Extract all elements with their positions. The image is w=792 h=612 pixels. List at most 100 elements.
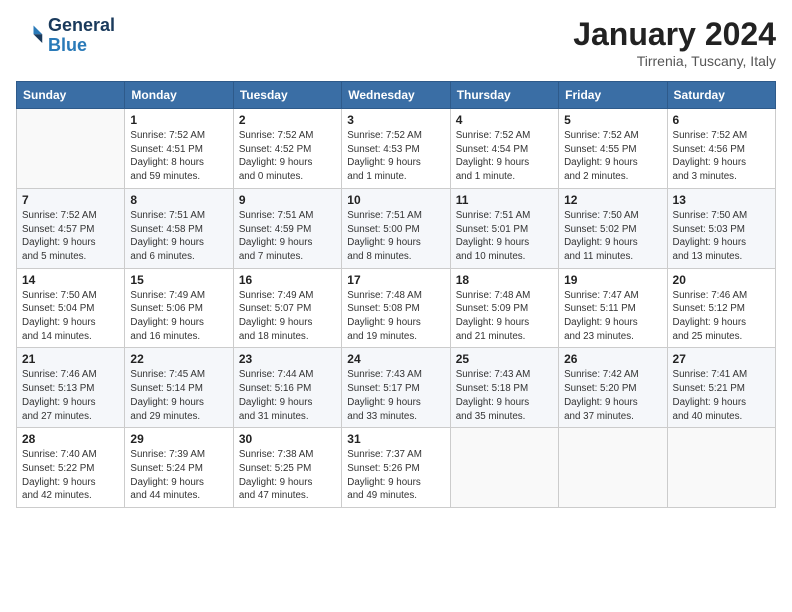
day-info: Sunrise: 7:51 AM Sunset: 5:00 PM Dayligh… (347, 209, 444, 264)
calendar-day-cell: 21Sunrise: 7:46 AM Sunset: 5:13 PM Dayli… (17, 348, 125, 428)
day-of-week-header: Friday (559, 82, 667, 109)
day-info: Sunrise: 7:49 AM Sunset: 5:06 PM Dayligh… (130, 289, 227, 344)
day-number: 13 (673, 193, 770, 207)
day-info: Sunrise: 7:51 AM Sunset: 4:58 PM Dayligh… (130, 209, 227, 264)
logo-icon (16, 22, 44, 50)
day-info: Sunrise: 7:52 AM Sunset: 4:56 PM Dayligh… (673, 129, 770, 184)
day-number: 1 (130, 113, 227, 127)
day-of-week-header: Tuesday (233, 82, 341, 109)
calendar-day-cell: 17 Sunrise: 7:48 AM Sunset: 5:08 PM Dayli… (342, 268, 450, 348)
day-number: 3 (347, 113, 444, 127)
day-info: Sunrise: 7:42 AM Sunset: 5:20 PM Dayligh… (564, 368, 661, 423)
day-info: Sunrise: 7:49 AM Sunset: 5:07 PM Dayligh… (239, 289, 336, 344)
day-number: 18 (456, 273, 553, 287)
calendar-day-cell: 15 Sunrise: 7:49 AM Sunset: 5:06 PM Dayli… (125, 268, 233, 348)
logo: General Blue (16, 16, 115, 56)
calendar-week-row: 14Sunrise: 7:50 AM Sunset: 5:04 PM Dayli… (17, 268, 776, 348)
day-number: 30 (239, 432, 336, 446)
calendar-day-cell: 6Sunrise: 7:52 AM Sunset: 4:56 PM Daylig… (667, 109, 775, 189)
day-info: Sunrise: 7:47 AM Sunset: 5:11 PM Dayligh… (564, 289, 661, 344)
calendar-body: 1Sunrise: 7:52 AM Sunset: 4:51 PM Daylig… (17, 109, 776, 508)
day-number: 20 (673, 273, 770, 287)
logo-text: General Blue (48, 16, 115, 56)
day-info: Sunrise: 7:41 AM Sunset: 5:21 PM Dayligh… (673, 368, 770, 423)
location-subtitle: Tirrenia, Tuscany, Italy (573, 53, 776, 69)
day-of-week-header: Thursday (450, 82, 558, 109)
day-number: 29 (130, 432, 227, 446)
day-info: Sunrise: 7:39 AM Sunset: 5:24 PM Dayligh… (130, 448, 227, 503)
day-number: 15 (130, 273, 227, 287)
calendar-day-cell: 26 Sunrise: 7:42 AM Sunset: 5:20 PM Dayli… (559, 348, 667, 428)
day-info: Sunrise: 7:43 AM Sunset: 5:18 PM Dayligh… (456, 368, 553, 423)
calendar-day-cell: 23Sunrise: 7:44 AM Sunset: 5:16 PM Dayli… (233, 348, 341, 428)
day-info: Sunrise: 7:51 AM Sunset: 5:01 PM Dayligh… (456, 209, 553, 264)
day-of-week-header: Monday (125, 82, 233, 109)
day-number: 22 (130, 352, 227, 366)
day-info: Sunrise: 7:38 AM Sunset: 5:25 PM Dayligh… (239, 448, 336, 503)
calendar-day-cell: 20 Sunrise: 7:46 AM Sunset: 5:12 PM Dayli… (667, 268, 775, 348)
calendar-day-cell: 2 Sunrise: 7:52 AM Sunset: 4:52 PM Daylig… (233, 109, 341, 189)
day-number: 7 (22, 193, 119, 207)
month-title: January 2024 (573, 16, 776, 53)
day-info: Sunrise: 7:45 AM Sunset: 5:14 PM Dayligh… (130, 368, 227, 423)
day-number: 9 (239, 193, 336, 207)
calendar-day-cell: 27 Sunrise: 7:41 AM Sunset: 5:21 PM Dayli… (667, 348, 775, 428)
calendar-day-cell: 8 Sunrise: 7:51 AM Sunset: 4:58 PM Daylig… (125, 188, 233, 268)
day-info: Sunrise: 7:52 AM Sunset: 4:53 PM Dayligh… (347, 129, 444, 184)
calendar-day-cell: 10Sunrise: 7:51 AM Sunset: 5:00 PM Dayli… (342, 188, 450, 268)
title-block: January 2024 Tirrenia, Tuscany, Italy (573, 16, 776, 69)
calendar-week-row: 7Sunrise: 7:52 AM Sunset: 4:57 PM Daylig… (17, 188, 776, 268)
calendar-header: SundayMondayTuesdayWednesdayThursdayFrid… (17, 82, 776, 109)
calendar-day-cell: 28Sunrise: 7:40 AM Sunset: 5:22 PM Dayli… (17, 428, 125, 508)
calendar-day-cell: 9 Sunrise: 7:51 AM Sunset: 4:59 PM Daylig… (233, 188, 341, 268)
calendar-day-cell: 4Sunrise: 7:52 AM Sunset: 4:54 PM Daylig… (450, 109, 558, 189)
day-info: Sunrise: 7:52 AM Sunset: 4:52 PM Dayligh… (239, 129, 336, 184)
day-info: Sunrise: 7:37 AM Sunset: 5:26 PM Dayligh… (347, 448, 444, 503)
logo-line1: General (48, 16, 115, 36)
calendar-day-cell: 19 Sunrise: 7:47 AM Sunset: 5:11 PM Dayli… (559, 268, 667, 348)
day-number: 14 (22, 273, 119, 287)
calendar-table: SundayMondayTuesdayWednesdayThursdayFrid… (16, 81, 776, 508)
day-info: Sunrise: 7:50 AM Sunset: 5:02 PM Dayligh… (564, 209, 661, 264)
day-number: 11 (456, 193, 553, 207)
day-info: Sunrise: 7:52 AM Sunset: 4:54 PM Dayligh… (456, 129, 553, 184)
calendar-day-cell: 22 Sunrise: 7:45 AM Sunset: 5:14 PM Dayli… (125, 348, 233, 428)
day-number: 17 (347, 273, 444, 287)
day-info: Sunrise: 7:48 AM Sunset: 5:08 PM Dayligh… (347, 289, 444, 344)
day-info: Sunrise: 7:46 AM Sunset: 5:13 PM Dayligh… (22, 368, 119, 423)
calendar-week-row: 1Sunrise: 7:52 AM Sunset: 4:51 PM Daylig… (17, 109, 776, 189)
page-header: General Blue January 2024 Tirrenia, Tusc… (16, 16, 776, 69)
calendar-day-cell (667, 428, 775, 508)
calendar-day-cell: 18Sunrise: 7:48 AM Sunset: 5:09 PM Dayli… (450, 268, 558, 348)
calendar-day-cell: 12 Sunrise: 7:50 AM Sunset: 5:02 PM Dayli… (559, 188, 667, 268)
day-info: Sunrise: 7:51 AM Sunset: 4:59 PM Dayligh… (239, 209, 336, 264)
day-of-week-header: Wednesday (342, 82, 450, 109)
calendar-day-cell: 31 Sunrise: 7:37 AM Sunset: 5:26 PM Dayli… (342, 428, 450, 508)
day-number: 19 (564, 273, 661, 287)
day-number: 5 (564, 113, 661, 127)
calendar-day-cell: 1Sunrise: 7:52 AM Sunset: 4:51 PM Daylig… (125, 109, 233, 189)
day-info: Sunrise: 7:52 AM Sunset: 4:55 PM Dayligh… (564, 129, 661, 184)
calendar-day-cell: 7Sunrise: 7:52 AM Sunset: 4:57 PM Daylig… (17, 188, 125, 268)
calendar-day-cell (450, 428, 558, 508)
day-number: 28 (22, 432, 119, 446)
day-number: 8 (130, 193, 227, 207)
day-number: 26 (564, 352, 661, 366)
day-number: 12 (564, 193, 661, 207)
calendar-day-cell: 14Sunrise: 7:50 AM Sunset: 5:04 PM Dayli… (17, 268, 125, 348)
calendar-day-cell: 30 Sunrise: 7:38 AM Sunset: 5:25 PM Dayli… (233, 428, 341, 508)
days-of-week-row: SundayMondayTuesdayWednesdayThursdayFrid… (17, 82, 776, 109)
calendar-day-cell: 13Sunrise: 7:50 AM Sunset: 5:03 PM Dayli… (667, 188, 775, 268)
day-info: Sunrise: 7:46 AM Sunset: 5:12 PM Dayligh… (673, 289, 770, 344)
calendar-day-cell (17, 109, 125, 189)
day-number: 23 (239, 352, 336, 366)
day-number: 31 (347, 432, 444, 446)
day-number: 16 (239, 273, 336, 287)
calendar-day-cell: 16 Sunrise: 7:49 AM Sunset: 5:07 PM Dayli… (233, 268, 341, 348)
day-of-week-header: Saturday (667, 82, 775, 109)
calendar-week-row: 28Sunrise: 7:40 AM Sunset: 5:22 PM Dayli… (17, 428, 776, 508)
day-number: 2 (239, 113, 336, 127)
day-number: 27 (673, 352, 770, 366)
day-info: Sunrise: 7:43 AM Sunset: 5:17 PM Dayligh… (347, 368, 444, 423)
calendar-week-row: 21Sunrise: 7:46 AM Sunset: 5:13 PM Dayli… (17, 348, 776, 428)
